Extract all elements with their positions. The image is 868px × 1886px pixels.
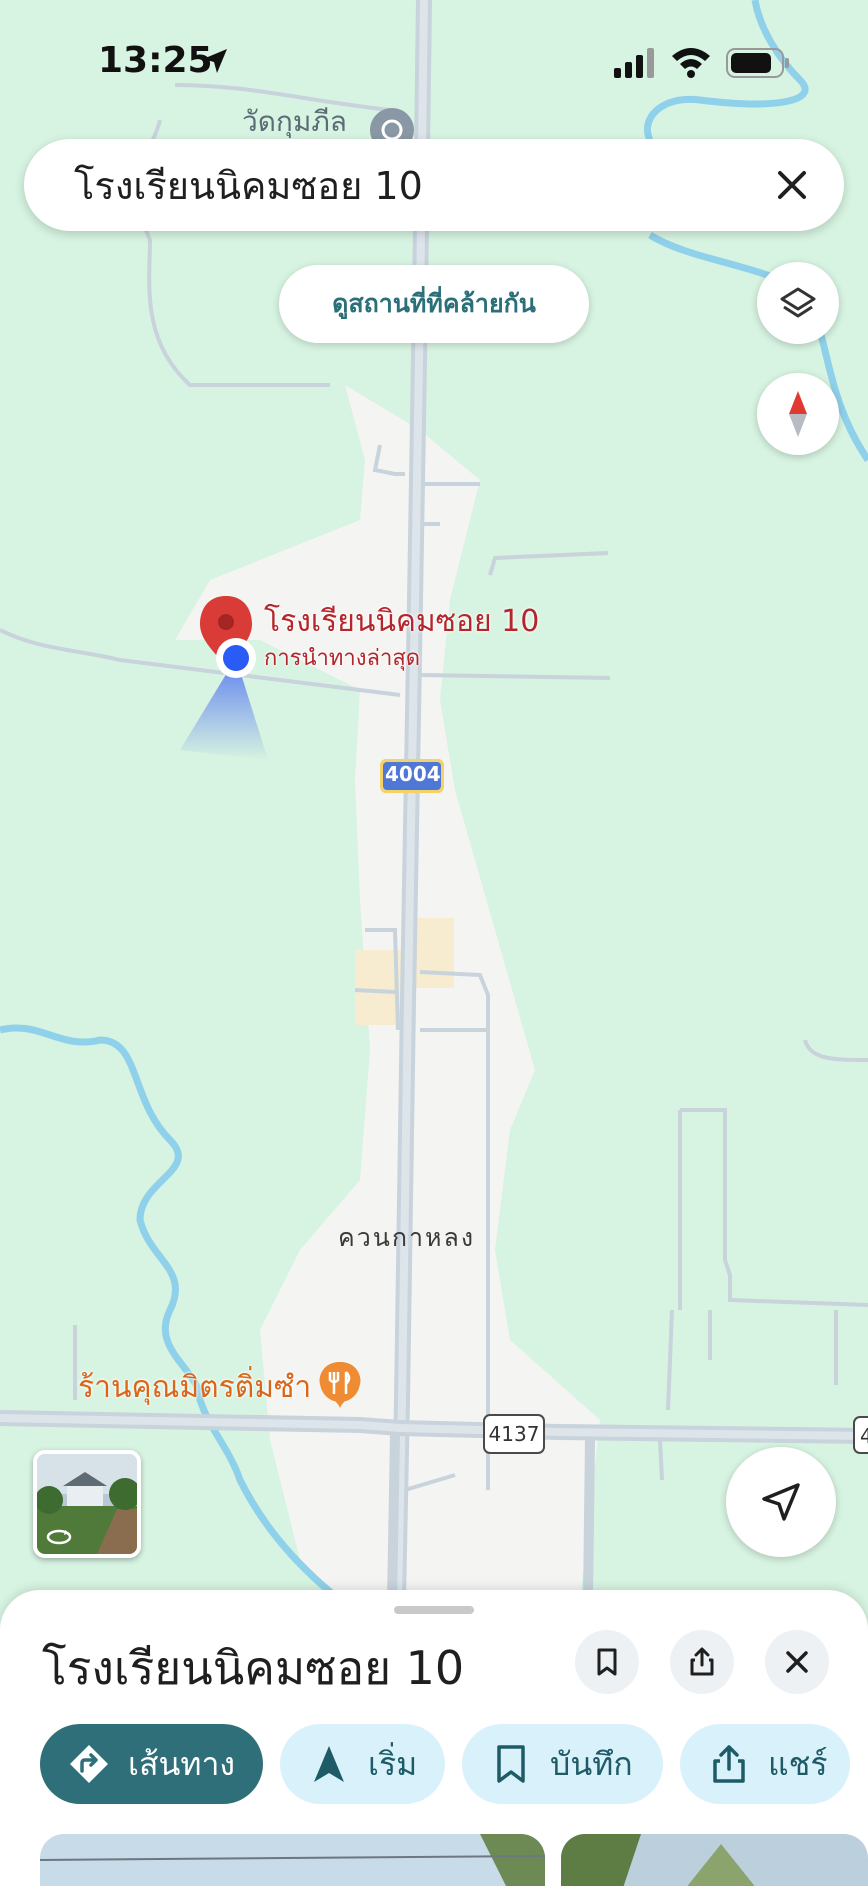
close-icon — [786, 1651, 808, 1673]
save-chip[interactable]: บันทึก — [462, 1724, 663, 1804]
bookmark-icon — [597, 1648, 617, 1676]
close-sheet-button[interactable] — [765, 1630, 829, 1694]
place-sublabel: การนำทางล่าสุด — [264, 646, 421, 671]
wifi-icon — [672, 48, 710, 78]
place-label[interactable]: โรงเรียนนิคมซอย 10 — [264, 598, 539, 645]
status-time: 13:25 — [98, 40, 213, 81]
route-shield-4004-label: 4004 — [385, 762, 441, 786]
route-shield-edge-label: 4 — [860, 1424, 868, 1448]
my-location-button[interactable] — [726, 1447, 836, 1557]
restaurant-label[interactable]: ร้านคุณมิตรติ่มซำ — [78, 1364, 311, 1411]
share-chip-label: แชร์ — [768, 1744, 828, 1783]
share-button[interactable] — [670, 1630, 734, 1694]
route-shield-4137-label: 4137 — [488, 1422, 540, 1446]
search-bar[interactable]: โรงเรียนนิคมซอย 10 — [24, 139, 844, 231]
save-chip-label: บันทึก — [550, 1744, 633, 1783]
bookmark-button[interactable] — [575, 1630, 639, 1694]
close-icon[interactable] — [768, 161, 816, 209]
location-arrow-icon — [203, 49, 227, 73]
search-query[interactable]: โรงเรียนนิคมซอย 10 — [74, 155, 423, 216]
street-view-thumbnail[interactable] — [33, 1450, 141, 1558]
share-icon — [713, 1745, 745, 1783]
sheet-title: โรงเรียนนิคมซอย 10 — [42, 1641, 465, 1695]
cellular-signal-icon — [614, 48, 654, 78]
start-chip-label: เริ่ม — [368, 1744, 418, 1783]
road-south — [387, 1434, 400, 1601]
sheet-drag-handle[interactable] — [394, 1606, 474, 1614]
compass-icon — [789, 391, 807, 437]
bookmark-icon — [497, 1745, 525, 1783]
place-photo[interactable] — [40, 1834, 545, 1886]
directions-icon — [70, 1745, 108, 1783]
my-location-dot-inner — [223, 645, 249, 671]
navigation-arrow-icon — [314, 1746, 344, 1782]
compass-button[interactable] — [757, 373, 839, 455]
share-icon — [690, 1647, 714, 1676]
place-photo-image — [561, 1834, 868, 1886]
minor-road — [658, 1439, 664, 1481]
rotate-360-icon — [46, 1529, 72, 1545]
layers-icon — [780, 287, 816, 318]
battery-icon — [726, 48, 789, 78]
area-label: ควนกาหลง — [338, 1223, 476, 1252]
place-photo-image — [40, 1834, 545, 1886]
directions-chip-label: เส้นทาง — [128, 1744, 236, 1783]
navigation-arrow-icon — [762, 1483, 800, 1521]
share-chip[interactable]: แชร์ — [680, 1724, 850, 1804]
start-chip[interactable]: เริ่ม — [280, 1724, 445, 1804]
directions-chip[interactable]: เส้นทาง — [40, 1724, 263, 1804]
layers-button[interactable] — [757, 262, 839, 344]
similar-places-button[interactable]: ดูสถานที่ที่คล้ายกัน — [279, 265, 589, 343]
road-south-east — [583, 1437, 595, 1601]
status-bar: 13:25 — [0, 0, 868, 120]
place-photo[interactable] — [561, 1834, 868, 1886]
place-bottom-sheet[interactable]: โรงเรียนนิคมซอย 10 เส้นทาง เริ่ม บันทึก … — [0, 1590, 868, 1886]
